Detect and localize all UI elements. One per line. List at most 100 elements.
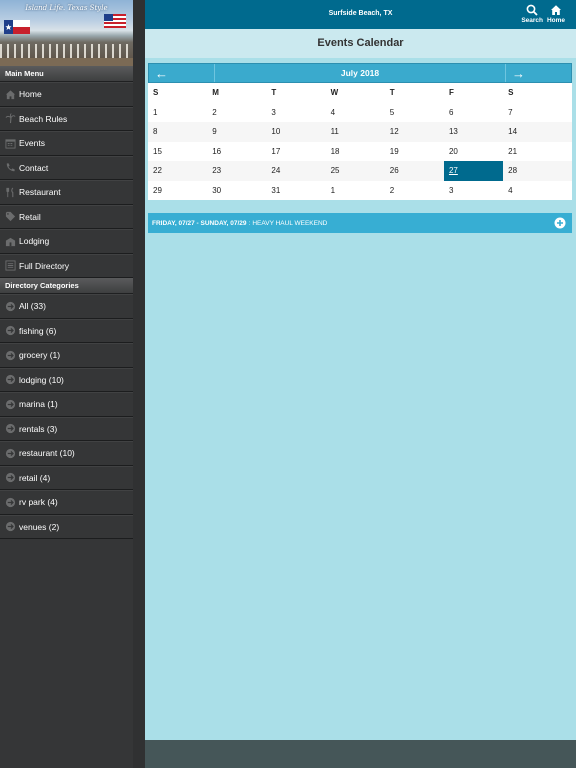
sidebar: Island Life. Texas Style Main Menu Home (0, 0, 145, 768)
calendar-day[interactable]: 3 (266, 103, 325, 123)
top-bar: Surfside Beach, TX Search Home (145, 0, 576, 29)
category-item-fishing[interactable]: fishing (6) (0, 318, 133, 343)
location-title: Surfside Beach, TX (328, 10, 393, 17)
calendar-day[interactable]: 6 (444, 103, 503, 123)
calendar-day-selected[interactable]: 27 (443, 161, 504, 181)
calendar-day[interactable]: 22 (148, 161, 207, 181)
category-item-all[interactable]: All (33) (0, 294, 133, 319)
calendar-day[interactable]: 1 (148, 103, 207, 123)
category-item-venues[interactable]: venues (2) (0, 514, 133, 539)
category-label: rentals (3) (19, 423, 58, 434)
banner-railing (0, 44, 133, 58)
main-menu: Home Beach Rules Events Contact Restaura… (0, 82, 133, 278)
calendar-day[interactable]: 4 (503, 181, 562, 201)
next-month-button[interactable]: → (505, 64, 571, 82)
calendar-day[interactable]: 2 (385, 181, 444, 201)
calendar-day[interactable]: 21 (503, 142, 562, 162)
calendar-day[interactable]: 24 (266, 161, 325, 181)
category-item-grocery[interactable]: grocery (1) (0, 343, 133, 368)
building-icon (4, 235, 16, 247)
page-title: Events Calendar (317, 37, 404, 49)
category-label: fishing (6) (19, 325, 57, 336)
banner-deck (0, 58, 133, 66)
calendar-day[interactable]: 15 (148, 142, 207, 162)
calendar-day[interactable]: 12 (385, 122, 444, 142)
calendar-day[interactable]: 29 (148, 181, 207, 201)
calendar-day[interactable]: 4 (326, 103, 385, 123)
calendar-nav: ← July 2018 → (148, 63, 572, 83)
directory-categories-header: Directory Categories (0, 278, 133, 294)
calendar-icon (4, 137, 16, 149)
event-item[interactable]: FRIDAY, 07/27 - SUNDAY, 07/29 : HEAVY HA… (148, 213, 572, 233)
arrow-right-icon: → (512, 65, 525, 81)
category-item-restaurant[interactable]: restaurant (10) (0, 441, 133, 466)
calendar-day[interactable]: 3 (444, 181, 503, 201)
menu-item-beach-rules[interactable]: Beach Rules (0, 106, 133, 131)
calendar-day[interactable]: 16 (207, 142, 266, 162)
calendar-day[interactable]: 30 (207, 181, 266, 201)
menu-item-full-directory[interactable]: Full Directory (0, 253, 133, 278)
calendar-day[interactable]: 23 (207, 161, 266, 181)
category-item-rentals[interactable]: rentals (3) (0, 416, 133, 441)
menu-item-home[interactable]: Home (0, 82, 133, 107)
category-item-rv-park[interactable]: rv park (4) (0, 490, 133, 515)
menu-item-label: Events (19, 138, 45, 149)
fork-knife-icon (4, 186, 16, 198)
weekday-header-row: S M T W T F S (148, 83, 572, 103)
calendar-day[interactable]: 5 (385, 103, 444, 123)
calendar-day[interactable]: 25 (326, 161, 385, 181)
calendar-day[interactable]: 17 (266, 142, 325, 162)
calendar-day[interactable]: 26 (385, 161, 444, 181)
calendar-grid: S M T W T F S 1 2 3 4 5 6 7 8 9 10 11 12… (148, 83, 572, 200)
category-label: venues (2) (19, 521, 60, 532)
calendar-day[interactable]: 1 (326, 181, 385, 201)
menu-item-label: Contact (19, 162, 49, 173)
calendar-day[interactable]: 14 (503, 122, 562, 142)
arrow-circle-right-icon (4, 349, 16, 361)
calendar-day[interactable]: 10 (266, 122, 325, 142)
search-button[interactable]: Search (521, 4, 543, 24)
menu-item-label: Lodging (19, 236, 50, 247)
menu-item-label: Retail (19, 211, 41, 222)
calendar-week-row: 8 9 10 11 12 13 14 (148, 122, 572, 142)
calendar-day[interactable]: 8 (148, 122, 207, 142)
prev-month-button[interactable]: ← (149, 64, 214, 82)
palm-tree-icon (4, 113, 16, 125)
weekday-header: T (271, 88, 277, 97)
calendar-day[interactable]: 13 (444, 122, 503, 142)
category-label: grocery (1) (19, 350, 61, 361)
menu-item-restaurant[interactable]: Restaurant (0, 180, 133, 205)
us-flag-icon (104, 14, 126, 28)
menu-item-contact[interactable]: Contact (0, 155, 133, 180)
arrow-circle-right-icon (4, 300, 16, 312)
category-item-marina[interactable]: marina (1) (0, 392, 133, 417)
calendar-day[interactable]: 2 (207, 103, 266, 123)
arrow-circle-right-icon (4, 398, 16, 410)
menu-item-lodging[interactable]: Lodging (0, 229, 133, 254)
calendar-week-row: 1 2 3 4 5 6 7 (148, 103, 572, 123)
calendar-day[interactable]: 19 (385, 142, 444, 162)
arrow-circle-right-icon (4, 521, 16, 533)
calendar-day[interactable]: 9 (207, 122, 266, 142)
texas-flag-icon (4, 20, 30, 34)
calendar-day[interactable]: 7 (503, 103, 562, 123)
calendar-day[interactable]: 31 (266, 181, 325, 201)
category-item-lodging[interactable]: lodging (10) (0, 367, 133, 392)
category-label: restaurant (10) (19, 448, 75, 459)
expand-plus-icon[interactable] (554, 217, 566, 229)
category-label: lodging (10) (19, 374, 64, 385)
category-list: All (33) fishing (6) grocery (1) lodging… (0, 294, 133, 539)
calendar-day[interactable]: 20 (444, 142, 503, 162)
menu-item-label: Restaurant (19, 187, 61, 198)
page-title-bar: Events Calendar (145, 29, 576, 58)
calendar-day[interactable]: 18 (326, 142, 385, 162)
category-label: All (33) (19, 301, 46, 312)
calendar-day[interactable]: 11 (326, 122, 385, 142)
menu-item-retail[interactable]: Retail (0, 204, 133, 229)
category-item-retail[interactable]: retail (4) (0, 465, 133, 490)
menu-item-events[interactable]: Events (0, 131, 133, 156)
tag-icon (4, 211, 16, 223)
arrow-circle-right-icon (4, 325, 16, 337)
calendar-day[interactable]: 28 (503, 161, 562, 181)
home-button[interactable]: Home (547, 4, 565, 24)
